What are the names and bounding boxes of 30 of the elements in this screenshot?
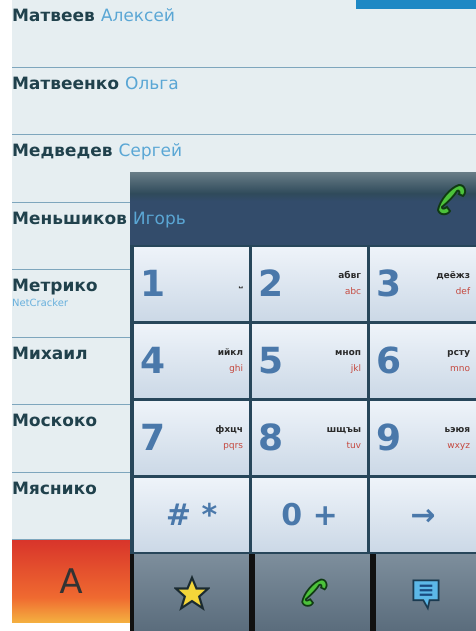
dialpad-key[interactable]: 8 шщъы tuv <box>252 401 367 475</box>
star-icon <box>174 574 210 610</box>
contact-surname: Михаил <box>12 344 88 364</box>
dialpad-key[interactable]: # * <box>134 478 249 552</box>
dialpad-key[interactable]: 1 ⎵ <box>134 247 249 321</box>
alphabet-button[interactable]: A <box>12 540 130 623</box>
toolbar-tab[interactable] <box>134 554 249 631</box>
dialpad-key[interactable]: 2 абвг abc <box>252 247 367 321</box>
dialpad-key[interactable]: 7 фхцч pqrs <box>134 401 249 475</box>
contact-surname: Медведев <box>12 141 112 161</box>
contact-first-name: Ольга <box>125 74 179 94</box>
dialpad-key[interactable]: 0 + <box>252 478 367 552</box>
dialpad-key[interactable]: 4 ийкл ghi <box>134 324 249 398</box>
contact-row[interactable]: Матвеенко Ольга <box>12 68 476 135</box>
contact-surname: Метрико <box>12 276 98 296</box>
dialpad-key[interactable]: 3 деёжз def <box>370 247 476 321</box>
contact-surname: Матвеев <box>12 6 95 26</box>
contact-first-name: Алексей <box>100 6 175 26</box>
contact-surname: Москоко <box>12 411 98 431</box>
contact-surname: Мяснико <box>12 478 97 498</box>
contact-surname: Матвеенко <box>12 74 120 94</box>
dialpad-key[interactable]: 5 мноп jkl <box>252 324 367 398</box>
contact-first-name: Игорь <box>132 208 186 228</box>
dialpad-key[interactable]: → <box>370 478 476 552</box>
contact-surname: Меньшиков <box>12 208 127 228</box>
dialpad-key[interactable]: 9 ьэюя wxyz <box>370 401 476 475</box>
dialpad-key[interactable]: 6 рсту mno <box>370 324 476 398</box>
contact-company: NetCracker <box>12 298 69 309</box>
contact-row[interactable]: Матвеев Алексей <box>12 0 476 68</box>
contact-first-name: Сергей <box>118 141 182 161</box>
